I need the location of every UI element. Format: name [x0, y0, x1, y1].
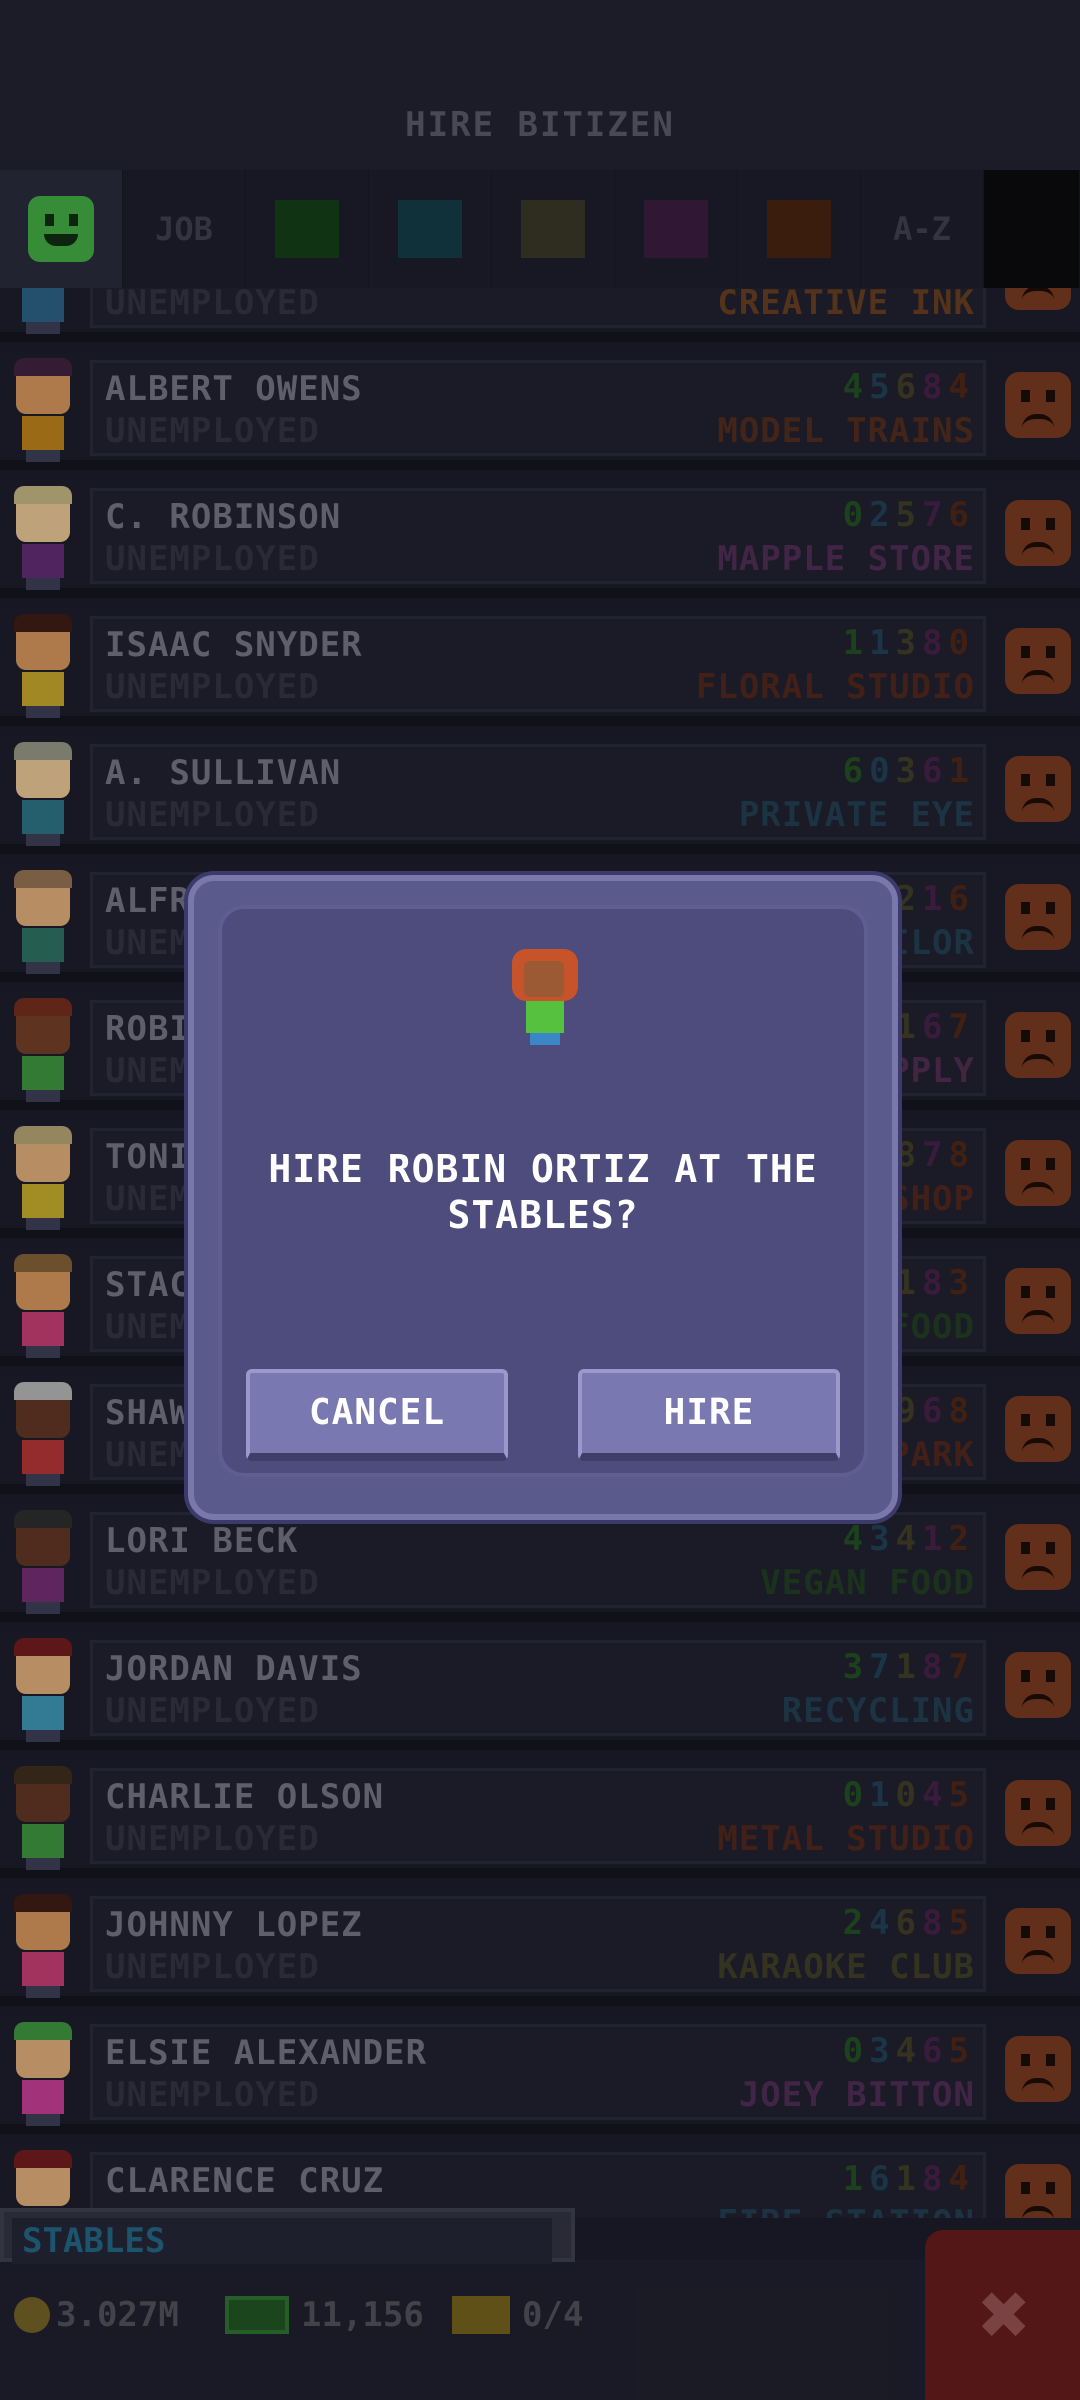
avatar-face	[524, 961, 564, 997]
avatar-shirt	[526, 1001, 564, 1033]
cancel-button[interactable]: CANCEL	[246, 1369, 508, 1461]
hire-bitizen-screen: HIRE BITIZEN JOB A-Z UNEMPLOYED CREATIVE…	[0, 0, 1080, 2400]
hire-button[interactable]: HIRE	[578, 1369, 840, 1461]
hire-dialog: HIRE ROBIN ORTIZ AT THE STABLES? CANCEL …	[188, 875, 898, 1520]
dialog-message: HIRE ROBIN ORTIZ AT THE STABLES?	[268, 1147, 818, 1237]
robin-ortiz-avatar	[512, 949, 578, 1049]
avatar-legs	[530, 1033, 560, 1045]
